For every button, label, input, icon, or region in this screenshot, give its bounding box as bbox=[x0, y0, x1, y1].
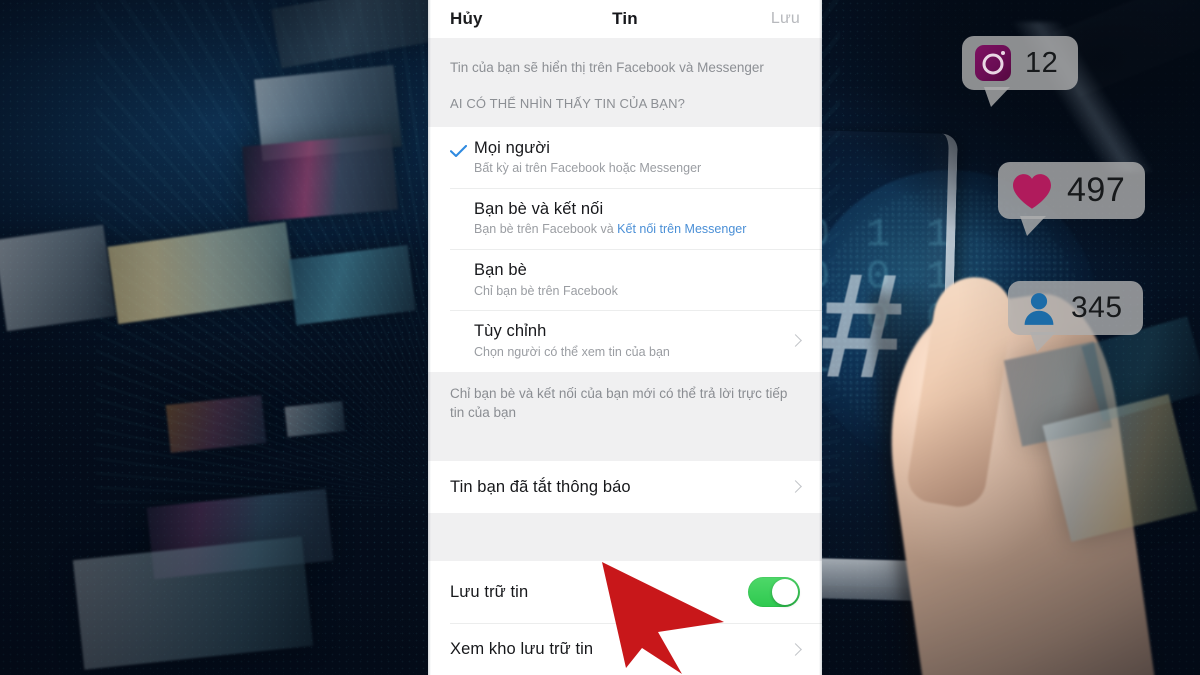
badge-tail bbox=[1030, 332, 1056, 352]
intro-description: Tin của bạn sẽ hiển thị trên Facebook và… bbox=[450, 60, 764, 75]
badge-follows-value: 345 bbox=[1071, 291, 1123, 324]
option-subtitle: Chỉ bạn bè trên Facebook bbox=[474, 283, 618, 298]
option-subtitle: Bạn bè trên Facebook và Kết nối trên Mes… bbox=[474, 222, 800, 238]
badge-tail bbox=[1020, 216, 1046, 236]
heart-icon bbox=[1011, 172, 1053, 210]
navigation-bar: Hủy Tin Lưu bbox=[428, 0, 822, 38]
option-title: Bạn bè bbox=[474, 261, 527, 280]
option-subtitle-text: Bạn bè trên Facebook và bbox=[474, 222, 618, 237]
archive-view-row[interactable]: Xem kho lưu trữ tin bbox=[428, 623, 822, 675]
badge-photos-value: 12 bbox=[1025, 46, 1059, 79]
page-title: Tin bbox=[612, 9, 638, 28]
toggle-knob bbox=[772, 579, 798, 606]
chevron-right-icon bbox=[789, 334, 802, 348]
option-title: Mọi người bbox=[474, 138, 550, 157]
intro-section: Tin của bạn sẽ hiển thị trên Facebook và… bbox=[428, 38, 822, 111]
badge-tail bbox=[984, 87, 1010, 107]
muted-stories-row[interactable]: Tin bạn đã tắt thông báo bbox=[428, 460, 822, 514]
audience-option-everyone[interactable]: Mọi người Bất kỳ ai trên Facebook hoặc M… bbox=[428, 126, 822, 188]
section-spacer bbox=[428, 513, 822, 562]
archive-toggle-label: Lưu trữ tin bbox=[450, 582, 529, 601]
story-privacy-settings-panel: Hủy Tin Lưu Tin của bạn sẽ hiển thị trên… bbox=[428, 0, 822, 675]
badge-likes-value: 497 bbox=[1067, 171, 1126, 209]
option-subtitle: Chọn người có thể xem tin của bạn bbox=[474, 344, 670, 359]
muted-stories-label: Tin bạn đã tắt thông báo bbox=[450, 477, 631, 496]
audience-section-header: AI CÓ THỂ NHÌN THẤY TIN CỦA BẠN? bbox=[450, 95, 686, 111]
muted-stories-group: Tin bạn đã tắt thông báo bbox=[428, 460, 822, 514]
audience-option-friends[interactable]: Bạn bè Chỉ bạn bè trên Facebook bbox=[428, 249, 822, 311]
checkmark-icon bbox=[450, 144, 467, 157]
badge-follows: 345 bbox=[1008, 281, 1143, 352]
option-title: Bạn bè và kết nối bbox=[474, 199, 604, 218]
instagram-camera-icon bbox=[975, 45, 1011, 81]
section-spacer bbox=[428, 438, 822, 461]
badge-likes: 497 bbox=[998, 162, 1146, 236]
archive-view-label: Xem kho lưu trữ tin bbox=[450, 640, 594, 659]
option-title: Tùy chỉnh bbox=[474, 322, 547, 341]
person-icon bbox=[1021, 290, 1057, 326]
badge-photos: 12 bbox=[962, 36, 1079, 107]
archive-stories-toggle[interactable] bbox=[748, 577, 800, 608]
archive-group: Lưu trữ tin Xem kho lưu trữ tin bbox=[428, 561, 822, 675]
option-subtitle: Bất kỳ ai trên Facebook hoặc Messenger bbox=[474, 161, 702, 176]
messenger-connections-link[interactable]: Kết nối trên Messenger bbox=[617, 222, 746, 236]
audience-options-group: Mọi người Bất kỳ ai trên Facebook hoặc M… bbox=[428, 126, 822, 372]
chevron-right-icon bbox=[789, 480, 802, 494]
screenshot-root: 0 1 1 0 0 1 1 0 0 1 # 12 497 3 bbox=[0, 0, 1200, 675]
chevron-right-icon bbox=[789, 643, 802, 656]
cancel-button[interactable]: Hủy bbox=[450, 9, 483, 29]
audience-option-friends-and-connections[interactable]: Bạn bè và kết nối Bạn bè trên Facebook v… bbox=[428, 187, 822, 250]
save-button[interactable]: Lưu bbox=[771, 10, 800, 28]
audience-option-custom[interactable]: Tùy chỉnh Chọn người có thể xem tin của … bbox=[428, 310, 822, 372]
archive-toggle-row[interactable]: Lưu trữ tin bbox=[428, 561, 822, 624]
audience-note: Chỉ bạn bè và kết nối của bạn mới có thể… bbox=[428, 371, 822, 439]
